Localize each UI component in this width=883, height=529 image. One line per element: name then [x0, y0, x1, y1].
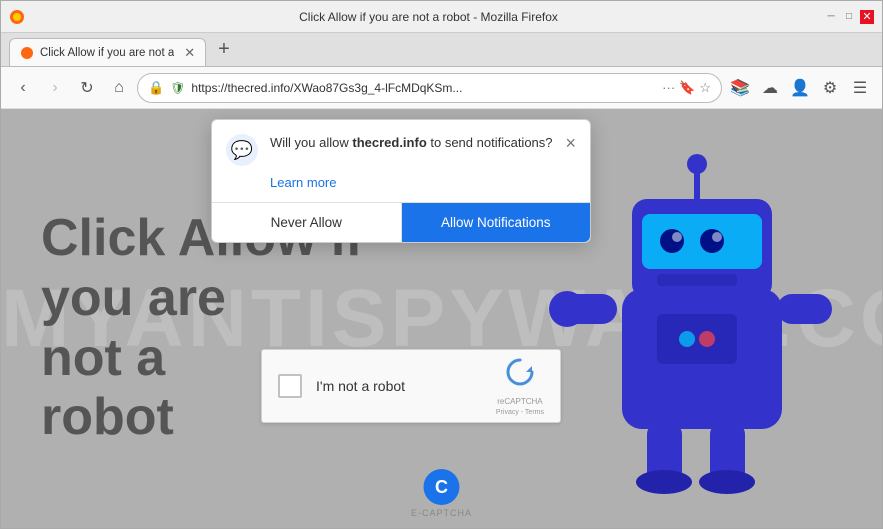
address-bar[interactable]: 🔒 🛡 https://thecred.info/XWao87Gs3g_4-lF… [137, 73, 722, 103]
page-content: MYANTISPYWARE.COM [1, 109, 882, 528]
reload-button[interactable]: ↻ [73, 74, 101, 102]
popup-close-button[interactable]: × [565, 134, 576, 152]
tab-bar: Click Allow if you are not a ✕ + [1, 33, 882, 67]
nav-bar: ‹ › ↻ ⌂ 🔒 🛡 https://thecred.info/XWao87G… [1, 67, 882, 109]
title-bar: Click Allow if you are not a robot - Moz… [1, 1, 882, 33]
security-icon: 🔒 [148, 80, 164, 96]
recaptcha-privacy: Privacy - Terms [496, 409, 544, 416]
popup-site-name: thecred.info [352, 135, 426, 150]
allow-notifications-button[interactable]: Allow Notifications [402, 203, 591, 242]
bookmark-icon[interactable]: 🔖 [679, 80, 695, 96]
ecaptcha-letter: C [435, 477, 448, 498]
tab-label: Click Allow if you are not a [40, 47, 174, 59]
window-controls: ─ □ ✕ [824, 10, 874, 24]
back-button[interactable]: ‹ [9, 74, 37, 102]
popup-buttons: Never Allow Allow Notifications [212, 202, 590, 242]
popup-chat-icon: 💬 [226, 134, 258, 166]
recaptcha-icon [504, 356, 536, 395]
notification-popup: 💬 Will you allow thecred.info to send no… [211, 119, 591, 243]
recaptcha-logo: reCAPTCHA Privacy - Terms [496, 356, 544, 416]
menu-button[interactable]: ☰ [846, 74, 874, 102]
tab-favicon-icon [20, 46, 34, 60]
new-tab-button[interactable]: + [212, 38, 236, 61]
recaptcha-label: I'm not a robot [316, 378, 482, 394]
close-button[interactable]: ✕ [860, 10, 874, 24]
popup-learn-more: Learn more [212, 174, 590, 202]
popup-message-prefix: Will you allow [270, 135, 352, 150]
more-icon[interactable]: ··· [662, 80, 675, 96]
library-icon[interactable]: 📚 [726, 74, 754, 102]
minimize-button[interactable]: ─ [824, 10, 838, 24]
forward-button[interactable]: › [41, 74, 69, 102]
popup-message-suffix: to send notifications? [427, 135, 553, 150]
never-allow-button[interactable]: Never Allow [212, 203, 402, 242]
recaptcha-box[interactable]: I'm not a robot reCAPTCHA Privacy - Term… [261, 349, 561, 423]
address-bar-icons: ··· 🔖 ☆ [662, 80, 711, 96]
popup-message: Will you allow thecred.info to send noti… [270, 135, 553, 150]
window-title: Click Allow if you are not a robot - Moz… [33, 10, 824, 24]
tab-close-icon[interactable]: ✕ [184, 45, 195, 61]
ecaptcha-text: E-CAPTCHA [411, 508, 472, 518]
browser-tab[interactable]: Click Allow if you are not a ✕ [9, 38, 206, 66]
account-icon[interactable]: 👤 [786, 74, 814, 102]
maximize-button[interactable]: □ [842, 10, 856, 24]
extensions-icon[interactable]: ⚙ [816, 74, 844, 102]
browser-window: Click Allow if you are not a robot - Moz… [0, 0, 883, 529]
popup-header: 💬 Will you allow thecred.info to send no… [212, 120, 590, 174]
star-icon[interactable]: ☆ [699, 80, 711, 96]
recaptcha-checkbox[interactable] [278, 374, 302, 398]
popup-text: Will you allow thecred.info to send noti… [270, 134, 553, 152]
nav-right-icons: 📚 ☁ 👤 ⚙ ☰ [726, 74, 874, 102]
heading-line2: you are [41, 269, 363, 329]
home-button[interactable]: ⌂ [105, 74, 133, 102]
recaptcha-brand: reCAPTCHA [497, 397, 542, 407]
url-text: https://thecred.info/XWao87Gs3g_4-lFcMDq… [191, 81, 656, 95]
ecaptcha-logo: C E-CAPTCHA [411, 469, 472, 518]
learn-more-link[interactable]: Learn more [270, 175, 336, 190]
ecaptcha-icon: C [423, 469, 459, 505]
sync-icon[interactable]: ☁ [756, 74, 784, 102]
shield-icon: 🛡 [170, 81, 185, 95]
firefox-icon [9, 9, 25, 25]
